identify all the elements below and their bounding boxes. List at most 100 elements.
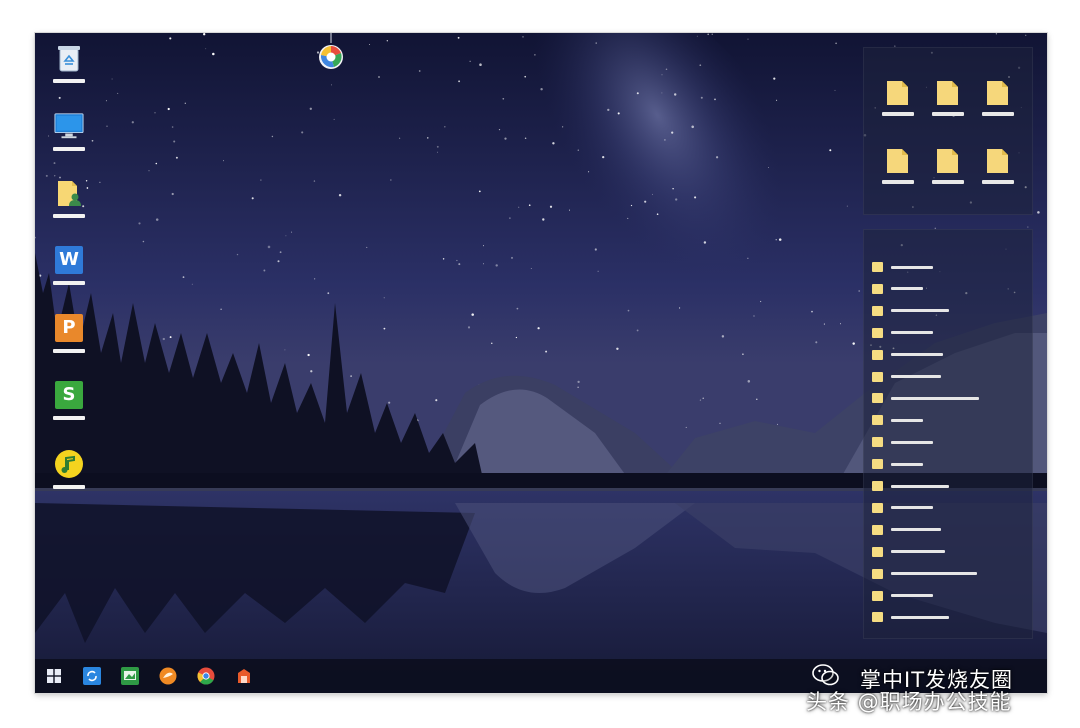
office-app-icon (238, 669, 250, 683)
file-icon (872, 371, 883, 382)
icon-label-bar (53, 416, 85, 420)
fence-folder-item[interactable] (878, 78, 918, 130)
list-label-bar (891, 418, 923, 422)
fence-list-item[interactable] (872, 436, 933, 448)
folder-icon (887, 81, 908, 105)
icon-label-bar (882, 180, 914, 184)
folder-icon (887, 149, 908, 173)
file-icon (872, 349, 883, 360)
desktop-icon-music-player[interactable] (49, 449, 89, 505)
fence-list-item[interactable] (872, 371, 941, 383)
icon-label-bar (982, 112, 1014, 116)
file-icon (872, 305, 883, 316)
file-icon (872, 568, 883, 579)
fence-folder-item[interactable] (928, 146, 968, 198)
fence-list-item[interactable] (872, 261, 933, 273)
skin-badge-icon[interactable] (317, 33, 345, 71)
wps-writer-icon: W (55, 246, 83, 274)
photo-app-icon (121, 667, 139, 685)
folder-icon (987, 81, 1008, 105)
fence-folder-item[interactable] (978, 78, 1018, 130)
watermark: 掌中IT发烧友圈 头条 @职场办公技能 (806, 662, 1062, 714)
desktop-fence-file-list (863, 229, 1033, 639)
list-label-bar (891, 484, 949, 488)
list-label-bar (891, 309, 949, 313)
fence-list-item[interactable] (872, 414, 923, 426)
fence-list-item[interactable] (872, 458, 923, 470)
list-label-bar (891, 396, 979, 400)
list-label-bar (891, 550, 945, 554)
list-label-bar (891, 528, 941, 532)
watermark-line-2: 头条 @职场办公技能 (806, 690, 1012, 714)
file-icon (872, 262, 883, 272)
file-icon (872, 327, 883, 338)
taskbar-sync-app[interactable] (73, 659, 111, 693)
fence-list-item[interactable] (872, 480, 949, 492)
sync-app-icon (83, 667, 101, 685)
fence-list-item[interactable] (872, 546, 945, 558)
wps-spreadsheet-icon: S (55, 381, 83, 409)
file-icon (872, 437, 883, 448)
fence-list-item[interactable] (872, 349, 943, 361)
icon-label-bar (53, 79, 85, 83)
icon-label-bar (932, 180, 964, 184)
file-icon (872, 612, 883, 623)
start-button[interactable] (35, 659, 73, 693)
list-label-bar (891, 572, 977, 576)
icon-label-bar (932, 112, 964, 116)
folder-icon (987, 149, 1008, 173)
icon-label-bar (53, 349, 85, 353)
taskbar-photo-app[interactable] (111, 659, 149, 693)
icon-label-bar (53, 147, 85, 151)
file-icon (872, 283, 883, 294)
desktop-icon-computer[interactable] (49, 111, 89, 167)
file-icon (872, 502, 883, 513)
wechat-logo-icon (812, 664, 839, 686)
list-label-bar (891, 615, 949, 619)
fence-list-item[interactable] (872, 392, 979, 404)
computer-icon (54, 111, 84, 141)
desktop-icon-wps-spreadsheet[interactable]: S (49, 380, 89, 436)
icon-label-bar (982, 180, 1014, 184)
media-player-icon (159, 667, 177, 685)
fence-list-item[interactable] (872, 524, 941, 536)
desktop-icon-wps-presentation[interactable]: P (49, 313, 89, 369)
fence-list-item[interactable] (872, 611, 949, 623)
file-icon (872, 459, 883, 470)
fence-list-item[interactable] (872, 305, 949, 317)
music-player-icon (54, 449, 84, 479)
fence-list-item[interactable] (872, 327, 933, 339)
icon-label-bar (53, 485, 85, 489)
desktop-icon-wps-writer[interactable]: W (49, 245, 89, 301)
fence-folder-item[interactable] (878, 146, 918, 198)
icon-label-bar (53, 281, 85, 285)
taskbar-media-player[interactable] (149, 659, 187, 693)
file-icon (872, 524, 883, 535)
fence-list-item[interactable] (872, 283, 923, 295)
fence-list-item[interactable] (872, 568, 977, 580)
desktop-icon-user-folder[interactable] (49, 178, 89, 234)
taskbar-office-app[interactable] (225, 659, 263, 693)
user-folder-icon (54, 178, 84, 208)
chrome-browser-icon (197, 667, 215, 685)
list-label-bar (891, 331, 933, 335)
icon-label-bar (882, 112, 914, 116)
file-icon (872, 546, 883, 557)
file-icon (872, 393, 883, 404)
fence-folder-item[interactable] (978, 146, 1018, 198)
folder-icon (937, 81, 958, 105)
desktop-screen: W P S (35, 33, 1047, 693)
list-label-bar (891, 287, 923, 291)
taskbar-chrome-browser[interactable] (187, 659, 225, 693)
folder-icon (937, 149, 958, 173)
file-icon (872, 590, 883, 601)
fence-list-item[interactable] (872, 590, 933, 602)
list-label-bar (891, 375, 941, 378)
fence-list-item[interactable] (872, 502, 933, 514)
list-label-bar (891, 462, 923, 466)
fence-folder-item[interactable] (928, 78, 968, 130)
desktop-icon-recycle-bin[interactable] (49, 43, 89, 99)
start-button-icon (47, 669, 61, 683)
list-label-bar (891, 594, 933, 597)
file-icon (872, 415, 883, 426)
